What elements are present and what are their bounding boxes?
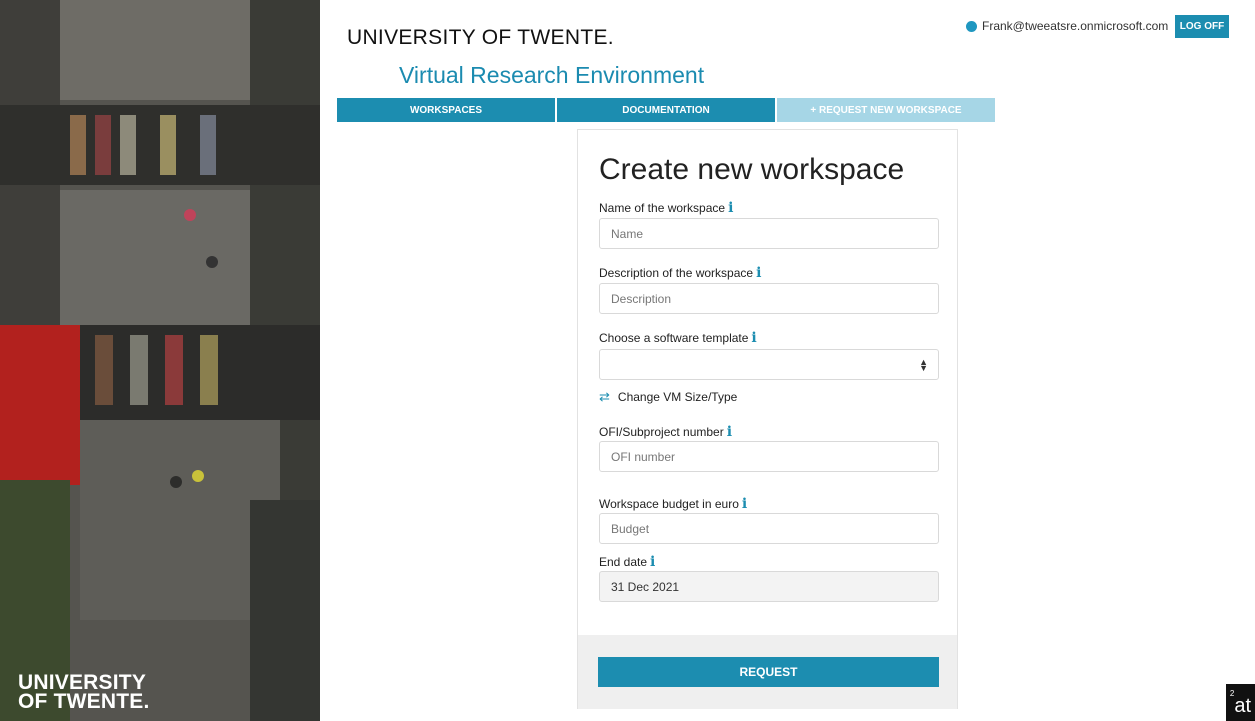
end-date-label: End date i [599,554,655,570]
info-icon[interactable]: i [742,496,747,512]
budget-field[interactable]: Budget [599,513,939,544]
end-date-field[interactable]: 31 Dec 2021 [599,571,939,602]
info-icon[interactable]: i [751,330,756,346]
change-vm-link[interactable]: ⇄ Change VM Size/Type [599,389,737,405]
user-icon [966,20,977,32]
end-date-label-text: End date [599,555,648,569]
budget-placeholder: Budget [611,521,650,536]
logoff-button[interactable]: LOG OFF [1175,15,1229,38]
name-label: Name of the workspace i [599,200,733,216]
description-placeholder: Description [611,291,672,306]
campus-photo: UNIVERSITY OF TWENTE. [0,0,320,721]
user-account: Frank@tweeatsre.onmicrosoft.com [966,19,1168,33]
campus-photo-illustration [0,0,320,721]
corner-badge: 2 at [1226,684,1255,721]
budget-label: Workspace budget in euro i [599,496,747,512]
main-nav: WORKSPACES DOCUMENTATION + REQUEST NEW W… [337,98,995,122]
tab-workspaces[interactable]: WORKSPACES [337,98,557,122]
info-icon[interactable]: i [727,424,732,440]
description-label: Description of the workspace i [599,265,761,281]
info-icon[interactable]: i [756,265,761,281]
user-email: Frank@tweeatsre.onmicrosoft.com [982,19,1169,33]
template-label-text: Choose a software template [599,331,749,345]
budget-label-text: Workspace budget in euro [599,497,739,511]
name-field[interactable]: Name [599,218,939,249]
swap-arrows-icon: ⇄ [599,389,610,404]
photo-logo-line2: OF TWENTE. [18,690,150,713]
corner-badge-text: at [1234,695,1252,717]
info-icon[interactable]: i [728,200,733,216]
description-label-text: Description of the workspace [599,266,754,280]
request-button[interactable]: REQUEST [598,657,939,687]
tab-documentation[interactable]: DOCUMENTATION [557,98,777,122]
info-icon[interactable]: i [650,554,655,570]
ofi-placeholder: OFI number [611,449,676,464]
name-placeholder: Name [611,226,644,241]
page-title: Create new workspace [599,153,905,186]
app-subtitle: Virtual Research Environment [399,62,705,88]
university-brand: UNIVERSITY OF TWENTE. [347,26,614,49]
description-field[interactable]: Description [599,283,939,314]
software-template-select[interactable]: ▲ ▼ [599,349,939,380]
tab-request-new-workspace[interactable]: + REQUEST NEW WORKSPACE [777,98,995,122]
name-label-text: Name of the workspace [599,201,726,215]
change-vm-label: Change VM Size/Type [617,390,738,404]
ofi-label: OFI/Subproject number i [599,424,732,440]
ofi-number-field[interactable]: OFI number [599,441,939,472]
select-arrows-icon: ▲ ▼ [919,357,928,373]
form-footer: REQUEST [578,635,957,709]
photo-university-logo: UNIVERSITY OF TWENTE. [18,672,150,713]
end-date-value: 31 Dec 2021 [611,579,680,594]
ofi-label-text: OFI/Subproject number [599,425,724,439]
template-label: Choose a software template i [599,330,757,346]
create-workspace-card: Create new workspace Name of the workspa… [577,129,958,709]
